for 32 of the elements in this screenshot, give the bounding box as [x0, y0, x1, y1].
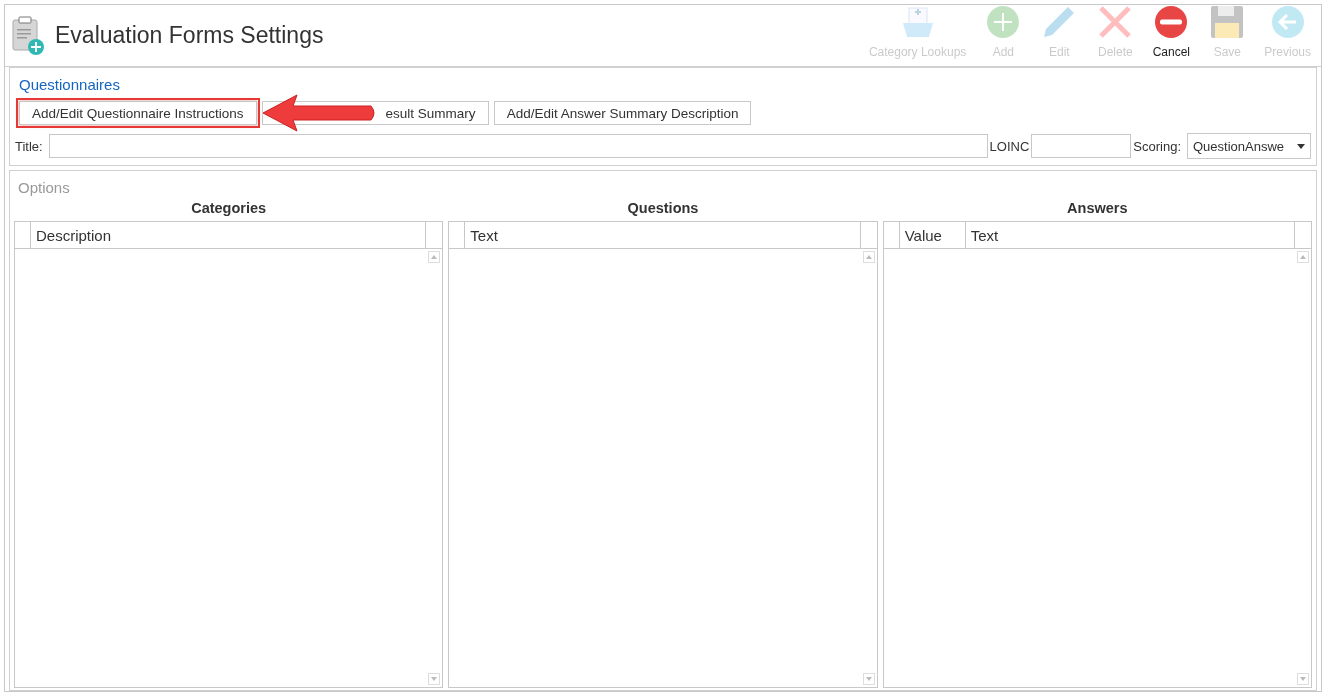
scroll-up-icon[interactable]: [428, 251, 441, 263]
cancel-icon: [1154, 5, 1189, 39]
toolbar-button[interactable]: Cancel: [1146, 5, 1197, 59]
grid-title: Questions: [626, 200, 700, 216]
scroll-down-icon[interactable]: [428, 673, 441, 685]
grid-title: Categories: [190, 200, 268, 216]
scroll-down-icon[interactable]: [862, 673, 875, 685]
folder-document-icon: [900, 5, 935, 39]
clipboard-add-icon: [11, 15, 45, 56]
title-field[interactable]: [48, 134, 988, 158]
scroll-down-icon[interactable]: [1297, 673, 1309, 685]
column-header[interactable]: Text: [965, 222, 1295, 248]
scroll-up-icon[interactable]: [862, 251, 875, 263]
field-label: LOINC: [989, 138, 1030, 154]
column-header[interactable]: Value: [899, 222, 966, 248]
field-label: Scoring:: [1133, 138, 1181, 154]
caret-icon: [1297, 143, 1305, 149]
scroll-up-icon[interactable]: [1297, 251, 1309, 263]
column-header[interactable]: Text: [465, 222, 861, 248]
add-icon: [986, 5, 1021, 39]
close-icon: [1098, 5, 1133, 39]
pencil-icon: [1042, 5, 1077, 39]
section-heading: Options: [18, 179, 71, 196]
action-button[interactable]: Add/Edit Questionnaire Instructions: [19, 101, 257, 125]
column-header[interactable]: Description: [31, 222, 427, 248]
loinc-field[interactable]: [1031, 134, 1132, 158]
section-heading: Questionnaires: [19, 76, 121, 93]
scoring-dropdown[interactable]: QuestionAnswe: [1187, 133, 1311, 159]
action-button[interactable]: Add/Edit Answer Summary Description: [493, 101, 752, 125]
grid-title: Answers: [1066, 200, 1129, 216]
field-label: Title:: [15, 138, 43, 154]
window-title: Evaluation Forms Settings: [55, 22, 324, 49]
